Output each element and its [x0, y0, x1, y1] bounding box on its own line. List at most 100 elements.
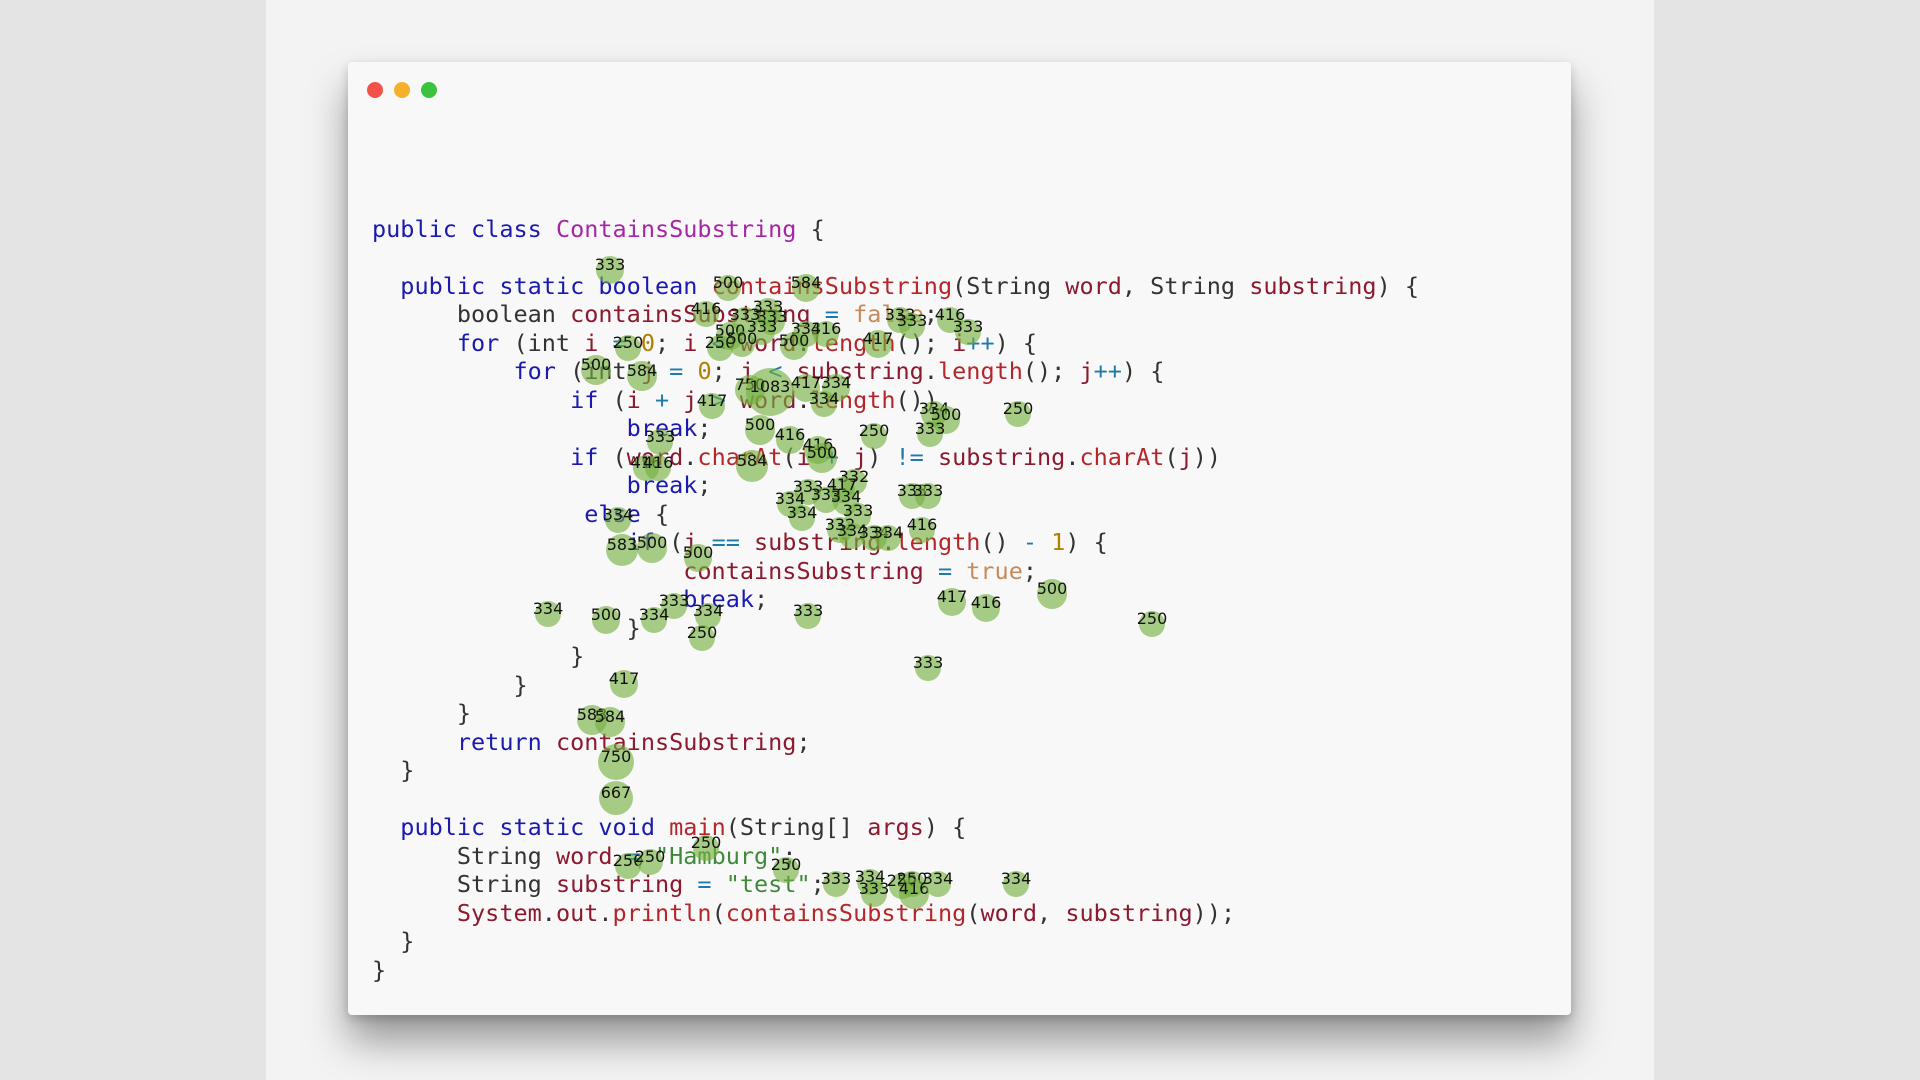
code-token: .	[598, 898, 613, 927]
code-token: (String	[952, 271, 1066, 300]
close-window-button[interactable]	[367, 82, 383, 98]
code-token: .	[796, 328, 811, 357]
code-token: substring	[796, 357, 924, 385]
code-token: +	[640, 385, 684, 414]
code-token: .	[541, 898, 556, 927]
code-token: System	[456, 898, 542, 927]
code-token: static	[499, 271, 599, 300]
code-token: !=	[895, 442, 938, 471]
code-token: public	[400, 271, 500, 300]
code-token: , String	[1121, 271, 1250, 300]
code-token: void	[598, 813, 670, 841]
code-line: for (int j = 0; j < substring.length(); …	[372, 357, 1419, 386]
code-token: substring	[754, 528, 882, 556]
code-window: public class ContainsSubstring { public …	[348, 62, 1571, 1015]
code-line: if (j == substring.length() - 1) {	[372, 528, 1419, 557]
code-token: word	[739, 385, 797, 414]
code-line: return containsSubstring;	[372, 728, 1419, 757]
code-token: (	[598, 442, 627, 471]
code-token: ;	[697, 471, 712, 499]
code-token: substring	[1065, 898, 1193, 927]
code-token: i	[952, 328, 967, 357]
code-token: length	[938, 357, 1023, 385]
minimize-window-button[interactable]	[394, 82, 410, 98]
code-token: containsSubstring	[711, 271, 953, 300]
code-line: }	[372, 956, 1419, 985]
code-line: containsSubstring = true;	[372, 557, 1419, 586]
code-token: }	[372, 955, 387, 984]
code-token: public	[400, 813, 500, 841]
code-line: String word = "Hamburg";	[372, 842, 1419, 871]
code-token: ;	[923, 300, 938, 328]
code-line: public static boolean containsSubstring(…	[372, 272, 1419, 301]
code-token: ++	[1093, 357, 1122, 385]
maximize-window-button[interactable]	[421, 82, 437, 98]
code-token: length	[810, 385, 896, 414]
code-token: ) {	[1376, 271, 1420, 300]
code-token: ) {	[994, 328, 1038, 357]
code-token: println	[612, 898, 712, 927]
code-token: .	[881, 528, 896, 556]
code-token: substring	[937, 442, 1066, 471]
code-token: .	[923, 357, 938, 385]
code-token: }	[372, 927, 415, 955]
code-editor: public class ContainsSubstring { public …	[372, 186, 1419, 984]
code-token: ;	[655, 328, 684, 357]
code-token: for	[456, 328, 500, 357]
code-token: else	[584, 499, 641, 528]
code-token: .	[1065, 442, 1080, 471]
code-token: i	[626, 385, 641, 414]
code-token: =	[923, 556, 967, 585]
code-token: substring	[1249, 271, 1377, 300]
code-token: ;	[697, 414, 712, 442]
code-token: ;	[796, 727, 811, 756]
code-token: 0	[697, 357, 712, 385]
code-token: (String[]	[725, 813, 868, 841]
code-line: }	[372, 671, 1419, 700]
code-token: ;	[782, 841, 797, 870]
code-line: public class ContainsSubstring {	[372, 215, 1419, 244]
code-token: )	[867, 442, 896, 471]
code-token: ();	[895, 328, 953, 357]
code-line: break;	[372, 585, 1419, 614]
code-token: word	[980, 898, 1038, 927]
code-token: ;	[1022, 556, 1037, 585]
code-token: }	[372, 756, 415, 784]
code-token: (int	[555, 357, 641, 385]
code-token: boolean	[372, 300, 571, 328]
code-token: ))	[1192, 442, 1221, 471]
code-token: (	[598, 385, 627, 414]
code-token: String	[372, 870, 556, 898]
code-line: String substring = "test";	[372, 870, 1419, 899]
code-line: }	[372, 756, 1419, 785]
code-token: args	[867, 813, 924, 841]
code-token: j	[640, 357, 655, 385]
code-token: j	[1079, 357, 1094, 385]
code-token: charAt	[1079, 442, 1165, 471]
code-token: return	[456, 727, 556, 756]
code-token: +	[810, 442, 854, 471]
code-token: boolean	[598, 271, 712, 300]
code-token: ) {	[1065, 528, 1108, 556]
code-line: for (int i = 0; i < word.length(); i++) …	[372, 329, 1419, 358]
code-token: ();	[1022, 357, 1080, 385]
code-token: (	[782, 442, 797, 471]
code-token: ==	[697, 528, 755, 556]
code-token: charAt	[697, 442, 783, 471]
code-token: ;	[711, 357, 740, 385]
code-token: i	[683, 328, 698, 357]
code-line: }	[372, 699, 1419, 728]
code-token: if	[626, 528, 655, 556]
code-line: }	[372, 642, 1419, 671]
code-token: if	[570, 442, 599, 471]
code-token: j	[683, 528, 698, 556]
code-token: j	[853, 442, 868, 471]
code-token: ) {	[923, 813, 967, 841]
code-token: ,	[1037, 898, 1066, 927]
